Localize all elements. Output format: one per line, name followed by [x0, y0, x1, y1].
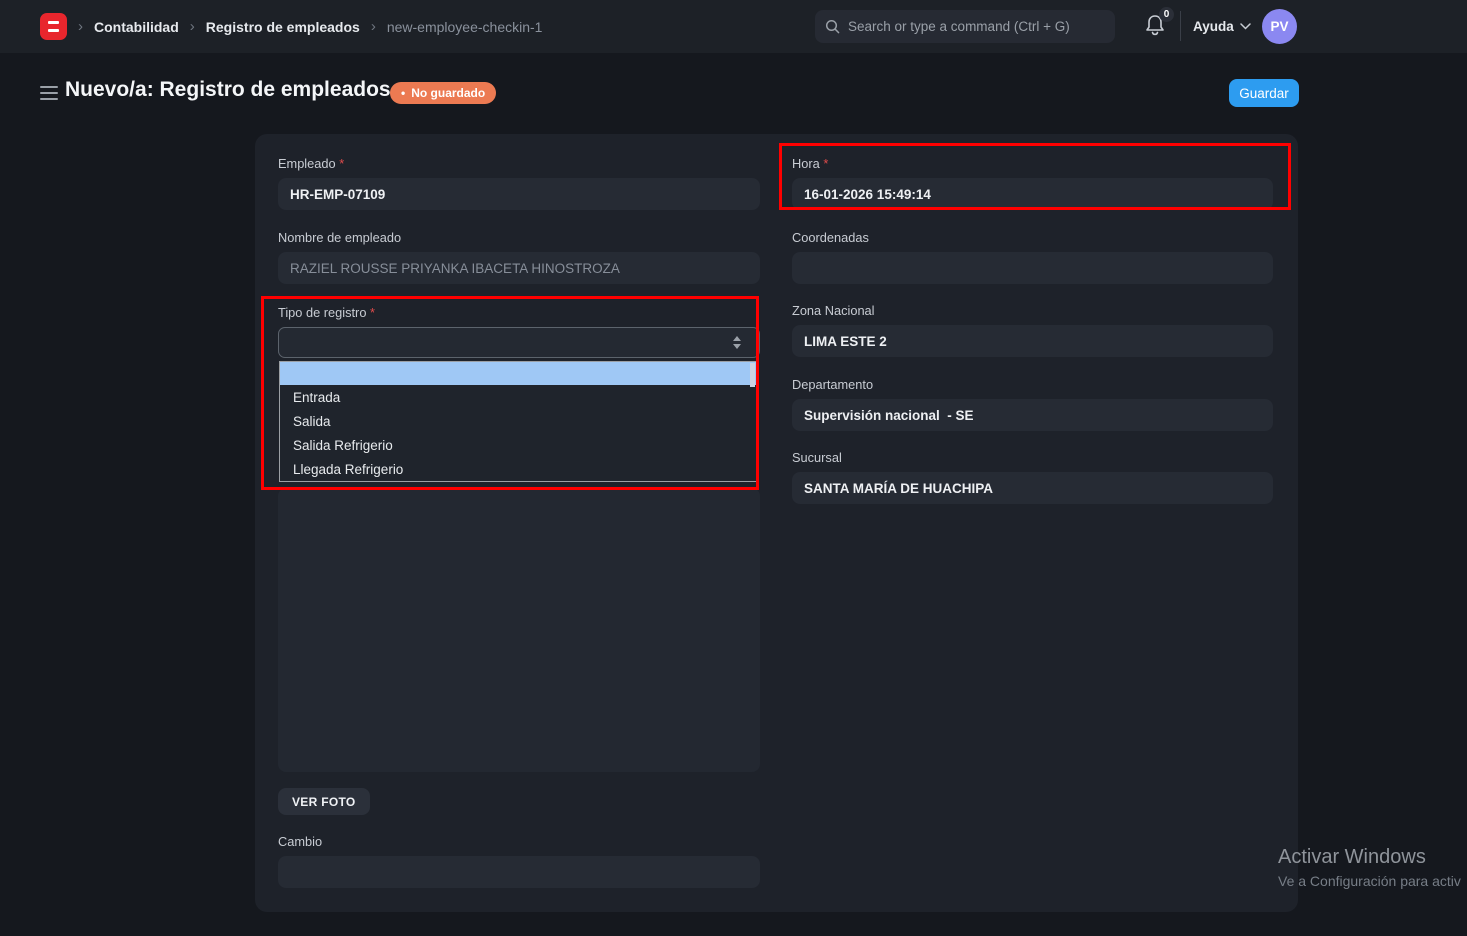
dropdown-option-entrada[interactable]: Entrada: [280, 385, 756, 409]
help-menu[interactable]: Ayuda: [1193, 0, 1251, 53]
dropdown-option-salida-refrigerio[interactable]: Salida Refrigerio: [280, 433, 756, 457]
coordenadas-input[interactable]: [792, 252, 1273, 284]
sucursal-label: Sucursal: [792, 450, 1273, 465]
windows-activation-watermark: Activar Windows Ve a Configuración para …: [1278, 846, 1461, 889]
empleado-input[interactable]: HR-EMP-07109: [278, 178, 760, 210]
dropdown-scrollbar[interactable]: [750, 363, 755, 387]
cambio-label: Cambio: [278, 834, 760, 849]
hora-label: Hora *: [792, 156, 1273, 171]
breadcrumb-item-current: new-employee-checkin-1: [387, 19, 543, 35]
save-button[interactable]: Guardar: [1229, 79, 1299, 107]
zona-nacional-input[interactable]: LIMA ESTE 2: [792, 325, 1273, 357]
search-icon: [825, 19, 840, 34]
nombre-empleado-input: RAZIEL ROUSSE PRIYANKA IBACETA HINOSTROZ…: [278, 252, 760, 284]
tipo-registro-dropdown: Entrada Salida Salida Refrigerio Llegada…: [279, 361, 757, 482]
status-badge: • No guardado: [390, 82, 496, 104]
empleado-label: Empleado *: [278, 156, 760, 171]
page-title: Nuevo/a: Registro de empleados: [65, 78, 391, 102]
watermark-line2: Ve a Configuración para activ: [1278, 873, 1461, 889]
watermark-line1: Activar Windows: [1278, 846, 1461, 869]
status-dot: •: [401, 86, 405, 100]
breadcrumb: › Contabilidad › Registro de empleados ›…: [40, 0, 542, 53]
notification-count-badge: 0: [1159, 7, 1174, 22]
navbar-divider: [1180, 11, 1181, 41]
nombre-empleado-label: Nombre de empleado: [278, 230, 760, 245]
chevron-right-icon: ›: [371, 18, 376, 35]
global-search[interactable]: [815, 10, 1115, 43]
departamento-input[interactable]: Supervisión nacional - SE: [792, 399, 1273, 431]
chevron-right-icon: ›: [190, 18, 195, 35]
hora-input[interactable]: 16-01-2026 15:49:14: [792, 178, 1273, 210]
help-menu-label: Ayuda: [1193, 19, 1234, 34]
cambio-input[interactable]: [278, 856, 760, 888]
search-input[interactable]: [848, 19, 1105, 34]
breadcrumb-item-contabilidad[interactable]: Contabilidad: [94, 19, 179, 35]
dropdown-option-llegada-refrigerio[interactable]: Llegada Refrigerio: [280, 457, 756, 481]
dropdown-option-salida[interactable]: Salida: [280, 409, 756, 433]
sidebar-toggle-icon[interactable]: [40, 86, 58, 100]
zona-nacional-label: Zona Nacional: [792, 303, 1273, 318]
sucursal-input[interactable]: SANTA MARÍA DE HUACHIPA: [792, 472, 1273, 504]
dropdown-option-empty[interactable]: [280, 362, 756, 385]
chevron-down-icon: [1240, 23, 1251, 30]
foto-preview-panel: [278, 488, 760, 772]
status-badge-label: No guardado: [411, 86, 485, 100]
notifications-button[interactable]: 0: [1143, 13, 1171, 41]
chevron-right-icon: ›: [78, 18, 83, 35]
ver-foto-button[interactable]: VER FOTO: [278, 788, 370, 815]
tipo-registro-select[interactable]: [278, 327, 760, 358]
coordenadas-label: Coordenadas: [792, 230, 1273, 245]
app-logo-icon[interactable]: [40, 13, 67, 40]
departamento-label: Departamento: [792, 377, 1273, 392]
breadcrumb-item-registro[interactable]: Registro de empleados: [206, 19, 360, 35]
tipo-registro-label: Tipo de registro *: [278, 305, 760, 320]
user-avatar[interactable]: PV: [1262, 9, 1297, 44]
navbar: › Contabilidad › Registro de empleados ›…: [0, 0, 1467, 53]
select-updown-icon: [733, 336, 741, 349]
